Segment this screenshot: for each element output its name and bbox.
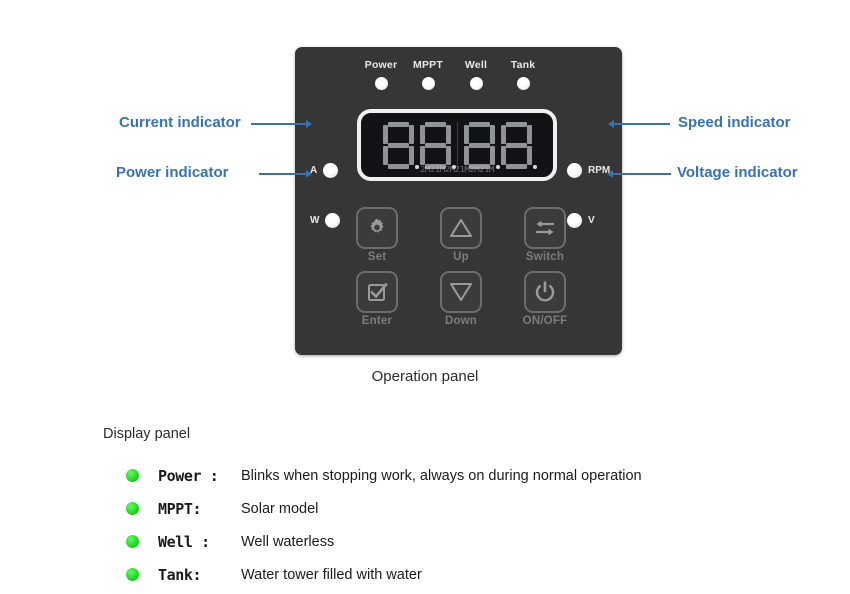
led-green-icon [126, 568, 139, 581]
key-up[interactable]: Up [426, 207, 496, 263]
onoff-button-label: ON/OFF [522, 315, 568, 327]
decimal-point-icon [495, 164, 500, 169]
arrowhead-right-icon [306, 120, 312, 128]
led-green-icon [126, 502, 139, 515]
status-label-tank: Tank [510, 59, 536, 71]
triangle-down-icon [449, 281, 473, 303]
power-icon [533, 280, 557, 304]
leader-line-speed [612, 123, 670, 125]
display-digit [419, 121, 456, 169]
seven-segment-display: 2M21M2M21M2M21M [357, 109, 557, 181]
keypad: Set Up Switch Enter Down ON/OFF [342, 207, 580, 335]
legend-desc-well: Well waterless [241, 533, 335, 550]
arrowhead-left-icon [608, 120, 614, 128]
enter-button-label: Enter [361, 315, 393, 327]
switch-button-label: Switch [525, 251, 565, 263]
legend-item-tank: Tank: Water tower filled with water [126, 558, 786, 591]
legend-label-tank: Tank: [158, 565, 202, 584]
keypad-row-top: Set Up Switch [342, 207, 580, 263]
set-button-label: Set [367, 251, 387, 263]
decimal-point-icon [414, 164, 419, 169]
side-indicator-speed: RPM [567, 160, 610, 180]
key-onoff[interactable]: ON/OFF [510, 271, 580, 327]
legend-desc-tank: Water tower filled with water [241, 566, 422, 583]
legend-item-mppt: MPPT: Solar model [126, 492, 786, 525]
led-indicator-mppt [421, 77, 435, 90]
side-label-voltage: V [588, 214, 595, 226]
down-button[interactable] [440, 271, 482, 313]
set-button[interactable] [356, 207, 398, 249]
led-indicator-power-w [325, 212, 341, 228]
display-digit [463, 121, 500, 169]
legend-label-mppt: MPPT: [158, 499, 202, 518]
diagram-canvas: Power MPPT Well Tank A W RPM V 2M21M2M21… [0, 0, 850, 594]
display-divider [456, 121, 458, 169]
callout-power-indicator: Power indicator [116, 164, 229, 181]
led-indicator-current [323, 162, 339, 178]
status-indicator-tank: Tank [491, 59, 555, 90]
key-down[interactable]: Down [426, 271, 496, 327]
up-button-label: Up [453, 251, 469, 263]
onoff-button[interactable] [524, 271, 566, 313]
led-indicator-tank [516, 77, 530, 90]
led-green-icon [126, 469, 139, 482]
callout-current-indicator: Current indicator [119, 114, 241, 131]
leader-line-current [251, 123, 309, 125]
led-indicator-well [469, 77, 483, 90]
legend-item-power: Power : Blinks when stopping work, alway… [126, 459, 786, 492]
key-set[interactable]: Set [342, 207, 412, 263]
legend-label-power: Power : [158, 466, 219, 485]
switch-button[interactable] [524, 207, 566, 249]
legend-item-well: Well : Well waterless [126, 525, 786, 558]
caption-display-panel: Display panel [103, 426, 191, 442]
legend-label-well: Well : [158, 532, 210, 551]
caption-operation-panel: Operation panel [371, 368, 479, 385]
key-switch[interactable]: Switch [510, 207, 580, 263]
display-panel-legend: Power : Blinks when stopping work, alway… [126, 459, 786, 591]
operation-panel: Power MPPT Well Tank A W RPM V 2M21M2M21… [295, 47, 622, 355]
display-digit [382, 121, 419, 169]
display-digits [382, 121, 537, 169]
legend-desc-power: Blinks when stopping work, always on dur… [241, 467, 642, 484]
legend-desc-mppt: Solar model [241, 500, 319, 517]
checkbox-check-icon [366, 281, 389, 304]
side-label-power: W [310, 214, 320, 226]
gear-icon [366, 217, 388, 239]
leader-line-power [259, 173, 309, 175]
decimal-point-icon [451, 164, 456, 169]
up-button[interactable] [440, 207, 482, 249]
display-digit [500, 121, 537, 169]
swap-arrows-icon [533, 218, 557, 238]
arrowhead-left-icon [607, 170, 613, 178]
decimal-point-icon [532, 164, 537, 169]
triangle-up-icon [449, 217, 473, 239]
led-green-icon [126, 535, 139, 548]
side-indicator-power: W [310, 210, 341, 230]
led-indicator-speed [567, 162, 582, 178]
callout-voltage-indicator: Voltage indicator [677, 164, 798, 181]
enter-button[interactable] [356, 271, 398, 313]
down-button-label: Down [444, 315, 478, 327]
callout-speed-indicator: Speed indicator [678, 114, 791, 131]
side-indicator-current: A [310, 160, 339, 180]
keypad-row-bottom: Enter Down ON/OFF [342, 271, 580, 327]
arrowhead-right-icon [306, 170, 312, 178]
leader-line-voltage [611, 173, 671, 175]
key-enter[interactable]: Enter [342, 271, 412, 327]
status-indicator-row: Power MPPT Well Tank [295, 59, 622, 105]
led-indicator-power [374, 77, 388, 90]
